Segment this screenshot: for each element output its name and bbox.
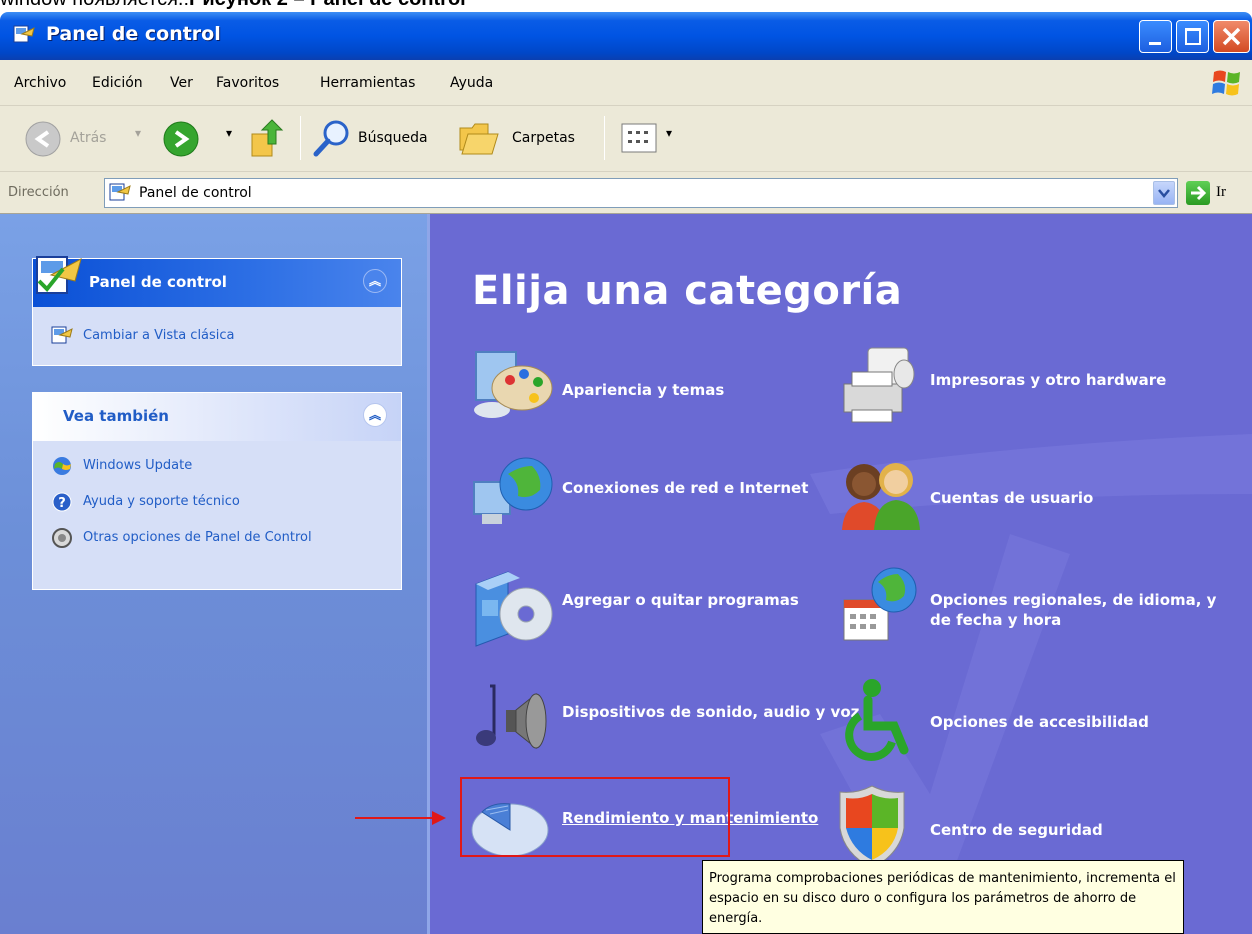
back-icon[interactable] xyxy=(24,120,62,158)
windows-update-icon xyxy=(53,457,71,475)
control-panel-icon xyxy=(51,326,73,344)
control-panel-section-body: Cambiar a Vista clásica xyxy=(33,307,401,365)
add-remove-programs-icon xyxy=(475,571,553,647)
figure-caption: window появляется.:Рисунок 2 – Panel de … xyxy=(0,0,1252,12)
toolbar: Atrás ▾ ▾ Búsqueda Carpetas ▾ xyxy=(0,106,1252,172)
minimize-button[interactable] xyxy=(1139,20,1172,53)
chevron-down-icon xyxy=(1158,189,1170,198)
task-pane: Panel de control ︽ Cambiar a Vista clási… xyxy=(0,214,430,934)
regional-options-icon xyxy=(843,567,917,641)
see-also-section: Vea también ︽ Windows Update ? Ayuda y s… xyxy=(32,392,402,590)
menu-ver[interactable]: Ver xyxy=(170,75,193,91)
control-panel-large-icon xyxy=(36,256,82,294)
search-icon[interactable] xyxy=(312,118,352,158)
views-icon[interactable] xyxy=(620,122,660,154)
category-label: Agregar o quitar programas xyxy=(562,591,799,609)
menu-herramientas[interactable]: Herramientas xyxy=(320,75,415,91)
printer-icon xyxy=(843,347,915,423)
annotation-highlight xyxy=(460,777,730,857)
control-panel-section-title: Panel de control xyxy=(89,273,227,291)
collapse-icon[interactable]: ︽ xyxy=(363,269,387,293)
sound-icon xyxy=(476,684,547,750)
category-tooltip: Programa comprobaciones periódicas de ma… xyxy=(702,860,1184,934)
category-appearance[interactable]: Apariencia y temas xyxy=(470,344,810,434)
address-bar: Dirección Panel de control Ir xyxy=(0,172,1252,214)
go-button[interactable] xyxy=(1186,181,1210,205)
see-also-section-header[interactable]: Vea también ︽ xyxy=(33,393,401,441)
category-add-remove[interactable]: Agregar o quitar programas xyxy=(470,564,810,654)
category-label: Cuentas de usuario xyxy=(930,489,1094,507)
category-label: Apariencia y temas xyxy=(562,381,725,399)
explorer-window: Panel de control Archivo Edición Ver Fav… xyxy=(0,12,1252,934)
close-icon xyxy=(1222,27,1241,46)
control-panel-icon xyxy=(109,183,131,201)
appearance-icon xyxy=(474,351,553,418)
accessibility-icon xyxy=(845,679,909,761)
title-bar[interactable]: Panel de control xyxy=(0,12,1252,60)
category-network[interactable]: Conexiones de red e Internet xyxy=(470,452,810,542)
category-label: Opciones de accesibilidad xyxy=(930,713,1149,731)
toolbar-separator xyxy=(300,116,301,160)
category-regional[interactable]: Opciones regionales, de idioma, y de fec… xyxy=(838,564,1218,654)
category-printers[interactable]: Impresoras y otro hardware xyxy=(838,344,1218,434)
control-panel-section-header[interactable]: Panel de control ︽ xyxy=(33,256,401,307)
help-support-link[interactable]: Ayuda y soporte técnico xyxy=(83,493,240,511)
forward-dropdown-icon[interactable]: ▾ xyxy=(226,126,232,140)
category-users[interactable]: Cuentas de usuario xyxy=(838,452,1218,542)
network-icon xyxy=(473,457,553,524)
other-options-link[interactable]: Otras opciones de Panel de Control xyxy=(83,529,333,547)
menu-edicion[interactable]: Edición xyxy=(92,75,143,91)
back-label[interactable]: Atrás xyxy=(70,130,106,146)
menu-favoritos[interactable]: Favoritos xyxy=(216,75,279,91)
go-arrow-icon xyxy=(1191,185,1207,201)
folders-label[interactable]: Carpetas xyxy=(512,130,575,146)
category-sound[interactable]: Dispositivos de sonido, audio y voz xyxy=(470,676,859,766)
folders-icon[interactable] xyxy=(458,118,500,158)
category-label: Dispositivos de sonido, audio y voz xyxy=(562,703,860,721)
switch-classic-view-link[interactable]: Cambiar a Vista clásica xyxy=(83,327,235,345)
menu-ayuda[interactable]: Ayuda xyxy=(450,75,493,91)
page-heading: Elija una categoría xyxy=(472,268,903,314)
address-input[interactable]: Panel de control xyxy=(104,178,1178,208)
back-dropdown-icon[interactable]: ▾ xyxy=(135,126,141,140)
control-panel-section: Panel de control ︽ Cambiar a Vista clási… xyxy=(32,256,402,366)
toolbar-separator xyxy=(604,116,605,160)
maximize-button[interactable] xyxy=(1176,20,1209,53)
control-panel-icon xyxy=(13,25,35,43)
category-accessibility[interactable]: Opciones de accesibilidad xyxy=(838,676,1218,766)
category-label: Centro de seguridad xyxy=(930,821,1103,839)
windows-logo-icon xyxy=(1212,70,1240,96)
category-label: Impresoras y otro hardware xyxy=(930,371,1167,389)
forward-icon[interactable] xyxy=(162,120,200,158)
windows-update-link[interactable]: Windows Update xyxy=(83,457,192,475)
caption-figure: Рисунок 2 – Panel de control xyxy=(189,0,466,10)
category-label: Opciones regionales, de idioma, y de fec… xyxy=(930,591,1217,629)
see-also-section-body: Windows Update ? Ayuda y soporte técnico… xyxy=(33,441,401,589)
help-icon: ? xyxy=(52,492,72,512)
collapse-icon[interactable]: ︽ xyxy=(363,403,387,427)
address-value: Panel de control xyxy=(139,185,252,201)
go-label[interactable]: Ir xyxy=(1216,184,1226,201)
options-icon xyxy=(52,528,72,548)
category-label: Conexiones de red e Internet xyxy=(562,479,809,497)
menu-archivo[interactable]: Archivo xyxy=(14,75,66,91)
address-label: Dirección xyxy=(8,185,69,200)
menu-bar: Archivo Edición Ver Favoritos Herramient… xyxy=(0,60,1252,106)
svg-text:?: ? xyxy=(58,496,66,511)
security-center-icon xyxy=(839,785,905,869)
annotation-arrow xyxy=(355,817,435,819)
views-dropdown-icon[interactable]: ▾ xyxy=(666,126,672,140)
search-label[interactable]: Búsqueda xyxy=(358,130,428,146)
window-title: Panel de control xyxy=(46,23,221,45)
see-also-section-title: Vea también xyxy=(63,407,169,425)
close-button[interactable] xyxy=(1213,20,1250,53)
annotation-arrow-head xyxy=(432,811,446,825)
address-dropdown-button[interactable] xyxy=(1153,181,1175,205)
up-folder-icon[interactable] xyxy=(248,118,288,160)
users-icon xyxy=(842,463,920,530)
caption-prefix: window появляется.: xyxy=(0,0,189,10)
